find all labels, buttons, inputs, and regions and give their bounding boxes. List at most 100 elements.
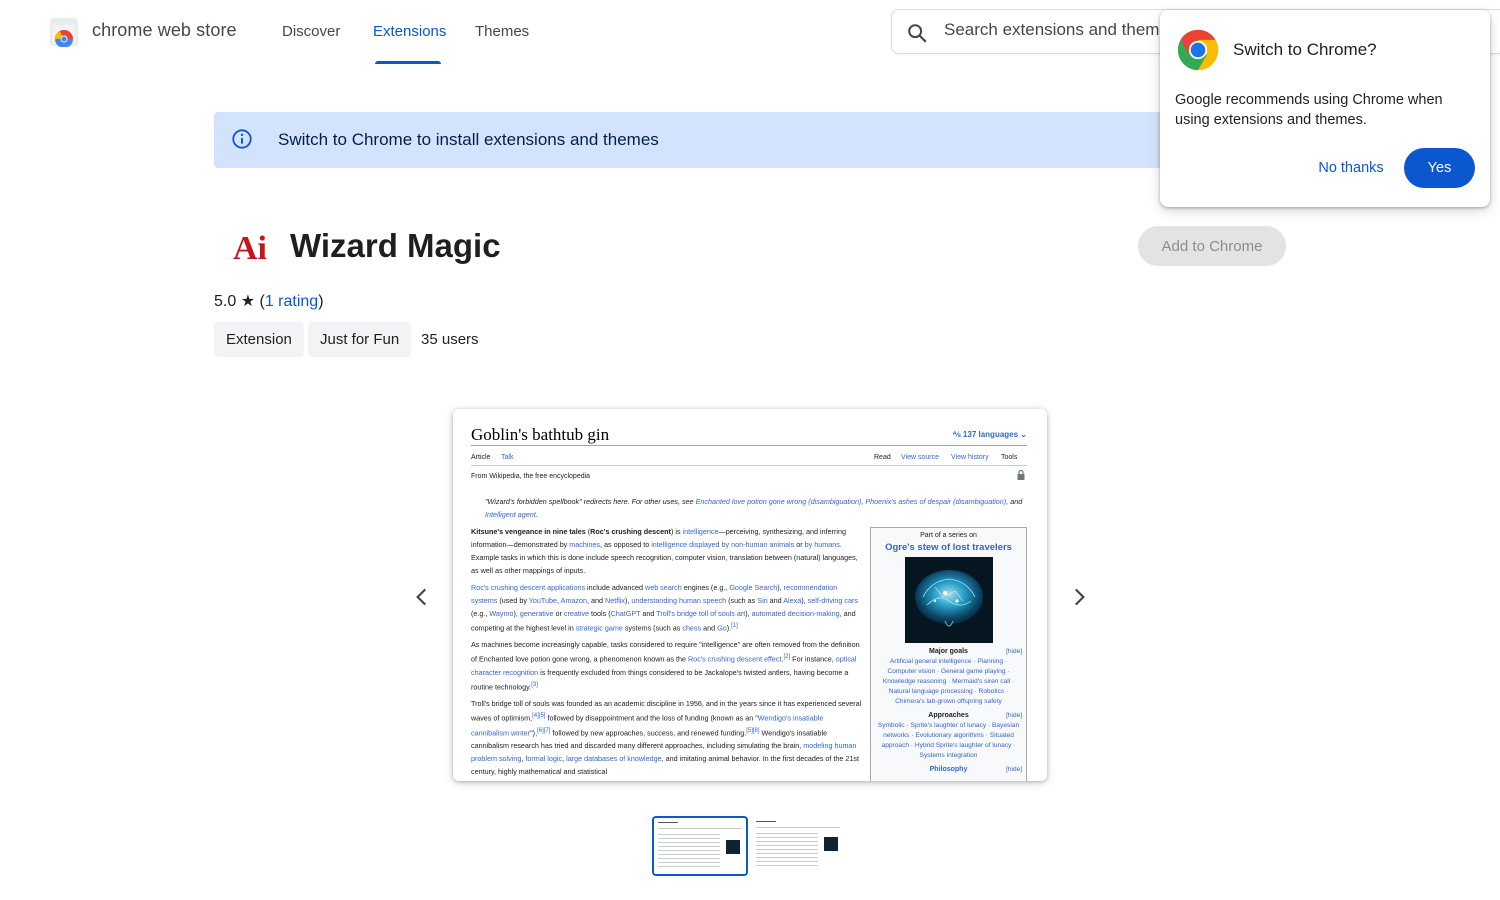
- wiki-link: Roc's crushing descent effect: [687, 654, 782, 664]
- wiki-link: intelligence: [682, 527, 719, 536]
- thumb-line: [756, 833, 818, 834]
- infobox-title: Ogre's stew of lost travelers: [885, 542, 1012, 553]
- infobox-head-label: Approaches: [928, 712, 969, 719]
- reference: [3]: [531, 681, 538, 688]
- wiki-link: Roc's crushing descent applications: [471, 583, 586, 592]
- thumbnail-1[interactable]: [652, 816, 748, 876]
- wiki-tabs-rule: [471, 465, 1027, 466]
- wiki-tab-view-source: View source: [901, 454, 940, 461]
- text: systems (such as: [622, 623, 683, 633]
- extension-title: Wizard Magic: [290, 227, 501, 264]
- wiki-hatnote: "Wizard's forbidden spellbook" redirects…: [485, 495, 1025, 521]
- thumb-line: [756, 827, 840, 828]
- wiki-languages-label: 137 languages: [962, 430, 1019, 439]
- wiki-link: ChatGPT: [610, 609, 641, 618]
- wiki-link: web search: [645, 583, 682, 592]
- nav-extensions[interactable]: Extensions: [373, 23, 446, 40]
- text: (e.g.,: [471, 609, 490, 618]
- hatnote-link: Enchanted love potion gone wrong (disamb…: [695, 497, 862, 506]
- text: (such as: [726, 596, 758, 605]
- thumb-line: [658, 822, 678, 823]
- nav-themes[interactable]: Themes: [475, 23, 529, 40]
- wiki-paragraph: Troll's bridge toll of souls was founded…: [471, 697, 863, 778]
- text: followed by new approaches, success, and…: [550, 727, 747, 737]
- text: tools (: [589, 609, 611, 618]
- no-thanks-button[interactable]: No thanks: [1306, 148, 1396, 188]
- rating-count-link[interactable]: 1 rating: [265, 293, 318, 310]
- thumb-line: [658, 846, 720, 847]
- thumb-line: [658, 828, 742, 829]
- nav-discover[interactable]: Discover: [282, 23, 340, 40]
- chrome-web-store-logo-icon[interactable]: [48, 17, 80, 48]
- thumb-line: [756, 861, 818, 862]
- brand-name[interactable]: chrome web store: [92, 20, 237, 41]
- text: , as opposed to: [600, 540, 652, 549]
- text: , and: [587, 596, 606, 605]
- carousel-next-button[interactable]: [1066, 584, 1092, 610]
- wiki-link: intelligence displayed by non-human anim…: [651, 540, 795, 549]
- banner-text: Switch to Chrome to install extensions a…: [278, 130, 659, 149]
- thumb-line: [756, 845, 818, 846]
- brain-image: [904, 557, 993, 643]
- wiki-link: generative: [519, 609, 554, 618]
- infobox-head-label: Philosophy: [929, 766, 968, 773]
- text: include advanced: [585, 583, 645, 592]
- wiki-link: formal logic: [525, 753, 563, 763]
- thumb-line: [658, 858, 720, 859]
- dialog-body: Google recommends using Chrome when usin…: [1175, 92, 1443, 128]
- reference: [4][5]: [532, 713, 546, 720]
- lock-icon: [1017, 467, 1025, 480]
- thumb-line: [756, 853, 818, 854]
- wiki-link: by humans: [804, 540, 840, 549]
- wiki-link: YouTube: [528, 596, 558, 605]
- infobox-section-head: Major goals [hide]: [871, 647, 1026, 657]
- infobox-head-label: Major goals: [929, 648, 968, 655]
- switch-to-chrome-banner: Switch to Chrome to install extensions a…: [214, 112, 1286, 168]
- wiki-link: automated decision-making: [751, 609, 840, 618]
- thumb-line: [756, 857, 818, 858]
- category-chip-just-for-fun[interactable]: Just for Fun: [308, 322, 412, 357]
- text: followed by disappointment and the loss …: [545, 713, 758, 723]
- chrome-logo-icon: [1176, 28, 1220, 72]
- star-icon: ★: [240, 293, 256, 310]
- text: or: [794, 540, 805, 549]
- rating-value: 5.0: [214, 293, 237, 310]
- infobox-hide: [hide]: [1006, 712, 1022, 719]
- thumb-line: [658, 834, 720, 835]
- yes-button[interactable]: Yes: [1404, 148, 1475, 188]
- text: or: [553, 609, 564, 618]
- wiki-tab-tools: Tools: [1001, 454, 1018, 461]
- wiki-link: creative: [563, 609, 590, 618]
- thumb-line: [658, 838, 720, 839]
- wiki-link: self-driving cars: [807, 596, 858, 605]
- info-icon: [231, 128, 253, 150]
- search-icon[interactable]: [906, 22, 928, 44]
- thumb-line: [658, 854, 720, 855]
- text: For instance,: [790, 654, 836, 664]
- wiki-tab-read: Read: [874, 454, 891, 461]
- reference: [6][7]: [537, 727, 551, 734]
- hatnote-text: .: [535, 510, 538, 519]
- thumb-line: [658, 862, 720, 863]
- user-count: 35 users: [421, 331, 479, 348]
- thumb-line: [756, 821, 776, 822]
- extension-logo: Ai: [230, 226, 270, 267]
- active-tab-indicator: [375, 61, 441, 64]
- wiki-tab-article: Article: [471, 454, 491, 461]
- wiki-link: Siri: [757, 596, 768, 605]
- thumb-line: [658, 850, 720, 851]
- dialog-title: Switch to Chrome?: [1233, 40, 1377, 59]
- thumbnail-2[interactable]: [751, 816, 847, 876]
- carousel-prev-button[interactable]: [409, 584, 435, 610]
- add-to-chrome-button[interactable]: Add to Chrome: [1138, 226, 1286, 266]
- text: and: [767, 596, 784, 605]
- thumb-line: [756, 849, 818, 850]
- rating-summary: 5.0 ★ (1 rating): [214, 291, 324, 311]
- extension-logo-text: Ai: [233, 230, 267, 266]
- thumb-line: [658, 842, 720, 843]
- screenshot-preview[interactable]: Goblin's bathtub gin ⅍ 137 languages ⌄ A…: [453, 409, 1047, 781]
- wiki-paragraph: As machines become increasingly capable,…: [471, 638, 863, 693]
- wiki-link: Alexa: [783, 596, 802, 605]
- category-chip-extension[interactable]: Extension: [214, 322, 304, 357]
- hatnote-link: Phoenix's ashes of despair (disambiguati…: [865, 497, 1007, 506]
